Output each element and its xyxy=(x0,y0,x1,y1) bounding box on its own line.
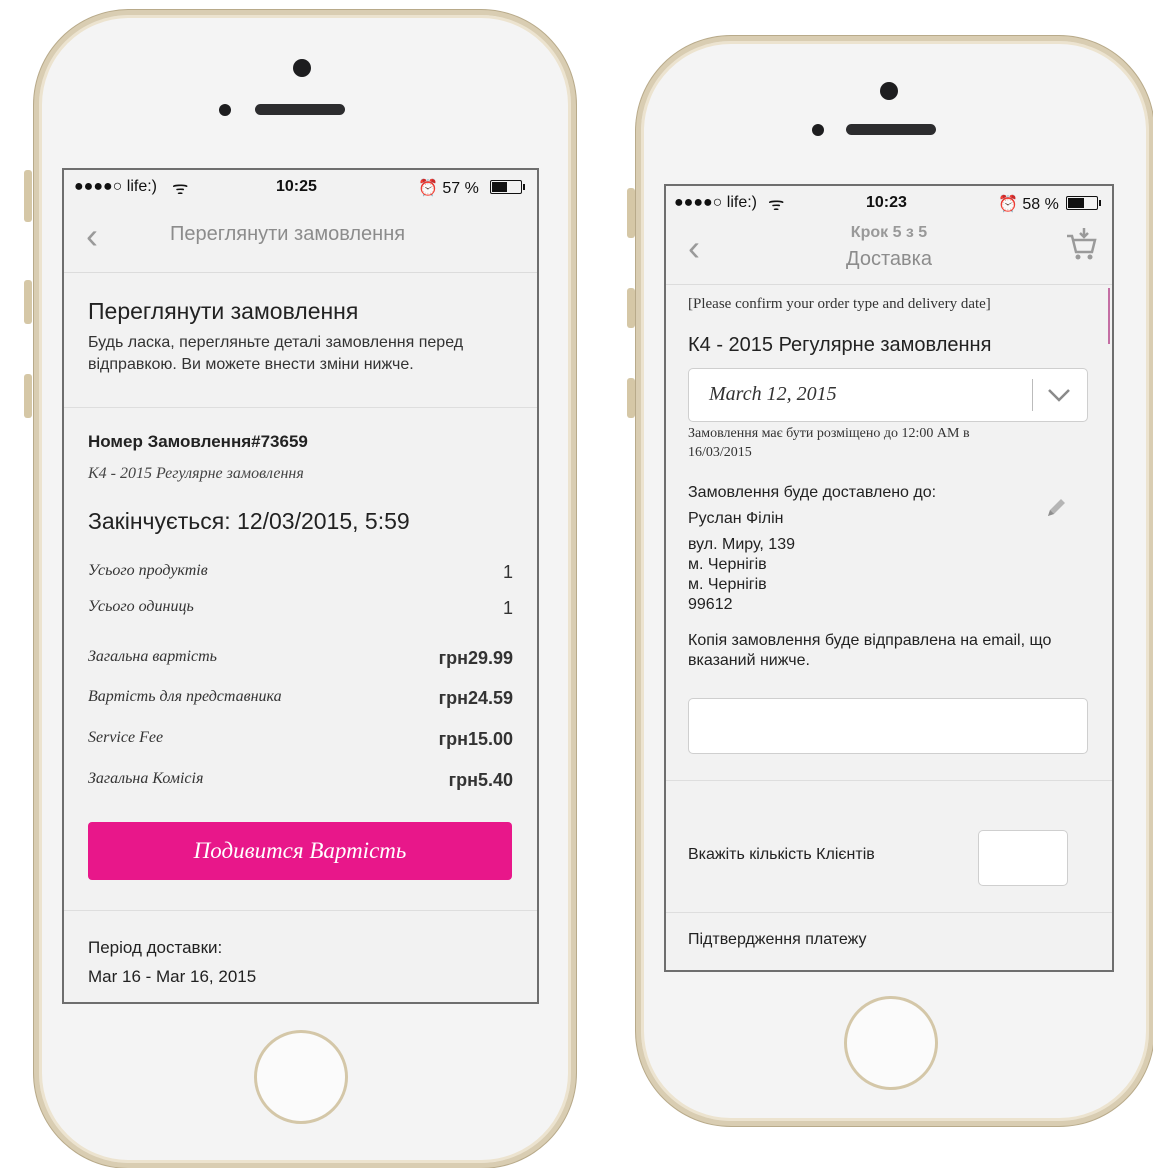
divider xyxy=(64,407,537,408)
battery-icon xyxy=(1066,196,1101,210)
carrier-signal: ●●●●○ life:) xyxy=(674,194,757,211)
status-bar: ●●●●○ life:) ᯤ 10:23 ⏰ 58 % xyxy=(666,186,1112,218)
delivery-period-value: Mar 16 - Mar 16, 2015 xyxy=(88,967,257,986)
section-title: Переглянути замовлення xyxy=(88,298,359,324)
cart-icon[interactable] xyxy=(1064,226,1098,262)
email-field[interactable] xyxy=(688,698,1088,754)
row-value: грн24.59 xyxy=(438,688,513,708)
intro-text-line2: відправкою. Ви можете внести зміни нижче… xyxy=(88,356,414,373)
delivery-date-select[interactable]: March 12, 2015 xyxy=(688,368,1088,422)
row-value: 1 xyxy=(502,562,513,582)
screen-order-review: ●●●●○ life:) ᯤ 10:25 ⏰ 57 % ‹ Переглянут… xyxy=(62,168,539,1004)
wifi-icon: ᯤ xyxy=(172,178,189,198)
nav-bar: ‹ Переглянути замовлення xyxy=(64,202,537,273)
delivery-date-value: March 12, 2015 xyxy=(709,383,837,405)
earpiece-speaker xyxy=(255,104,345,115)
select-separator xyxy=(1032,379,1033,411)
carrier-signal: ●●●●○ life:) xyxy=(74,178,157,195)
view-cost-button[interactable]: Подивится Вартість xyxy=(88,822,512,880)
volume-up-button xyxy=(24,280,32,324)
proximity-sensor xyxy=(812,124,824,136)
battery-percent: ⏰ 58 % xyxy=(998,196,1059,213)
front-camera xyxy=(880,82,898,100)
nav-title: Доставка xyxy=(846,248,932,270)
row-value: грн5.40 xyxy=(448,770,513,790)
nav-bar: ‹ Крок 5 з 5 Доставка xyxy=(666,218,1112,285)
row-label: Усього одиниць xyxy=(88,598,194,615)
address-line: 99612 xyxy=(688,596,733,613)
clock: 10:25 xyxy=(276,178,317,195)
row-value: грн29.99 xyxy=(438,648,513,668)
divider xyxy=(666,780,1112,781)
payment-confirmation[interactable]: Підтвердження платежу xyxy=(688,931,866,949)
wifi-icon: ᯤ xyxy=(768,194,785,214)
address-line: м. Чернігів xyxy=(688,556,767,573)
address-line: Руслан Філін xyxy=(688,510,784,527)
row-value: грн15.00 xyxy=(438,729,513,749)
address-line: м. Чернігів xyxy=(688,576,767,593)
home-button[interactable] xyxy=(844,996,938,1090)
pencil-icon[interactable] xyxy=(1044,496,1068,520)
clients-count-label: Вкажіть кількість Клієнтів xyxy=(688,846,875,863)
volume-down-button xyxy=(627,378,635,418)
row-label: Вартість для представника xyxy=(88,688,282,705)
confirm-note: [Please confirm your order type and deli… xyxy=(688,296,991,312)
email-note-line2: вказаний нижче. xyxy=(688,652,810,669)
mute-switch xyxy=(627,188,635,238)
row-label: Загальна Комісія xyxy=(88,770,204,787)
nav-title: Переглянути замовлення xyxy=(170,223,406,245)
proximity-sensor xyxy=(219,104,231,116)
chevron-down-icon xyxy=(1048,389,1070,402)
battery-icon xyxy=(490,180,525,194)
earpiece-speaker xyxy=(846,124,936,135)
status-bar: ●●●●○ life:) ᯤ 10:25 ⏰ 57 % xyxy=(64,170,537,202)
scroll-indicator[interactable] xyxy=(1108,288,1110,344)
battery-percent: ⏰ 57 % xyxy=(418,180,479,197)
delivery-period-label: Період доставки: xyxy=(88,938,223,957)
deadline-text-line2: 16/03/2015 xyxy=(688,445,752,460)
row-value: 1 xyxy=(502,598,513,618)
address-line: вул. Миру, 139 xyxy=(688,536,795,553)
volume-down-button xyxy=(24,374,32,418)
mute-switch xyxy=(24,170,32,222)
order-type: К4 - 2015 Регулярне замовлення xyxy=(88,465,304,482)
clients-count-input[interactable] xyxy=(978,830,1068,886)
clock: 10:23 xyxy=(866,194,907,211)
divider xyxy=(666,912,1112,913)
email-note-line1: Копія замовлення буде відправлена на ema… xyxy=(688,632,1052,649)
divider xyxy=(64,910,537,911)
screen-delivery: ●●●●○ life:) ᯤ 10:23 ⏰ 58 % ‹ Крок 5 з 5… xyxy=(664,184,1114,972)
intro-text-line1: Будь ласка, перегляньте деталі замовленн… xyxy=(88,334,464,351)
back-chevron-icon[interactable]: ‹ xyxy=(86,218,98,254)
home-button[interactable] xyxy=(254,1030,348,1124)
deadline-text-line1: Замовлення має бути розміщено до 12:00 A… xyxy=(688,426,970,441)
order-ends: Закінчується: 12/03/2015, 5:59 xyxy=(88,508,410,534)
front-camera xyxy=(293,59,311,77)
volume-up-button xyxy=(627,288,635,328)
step-indicator: Крок 5 з 5 xyxy=(850,224,928,241)
row-label: Усього продуктів xyxy=(88,562,208,579)
row-label: Service Fee xyxy=(88,729,164,746)
ship-to-label: Замовлення буде доставлено до: xyxy=(688,484,937,501)
order-number: Номер Замовлення#73659 xyxy=(88,432,308,451)
row-label: Загальна вартість xyxy=(88,648,217,665)
order-type: К4 - 2015 Регулярне замовлення xyxy=(688,334,992,356)
